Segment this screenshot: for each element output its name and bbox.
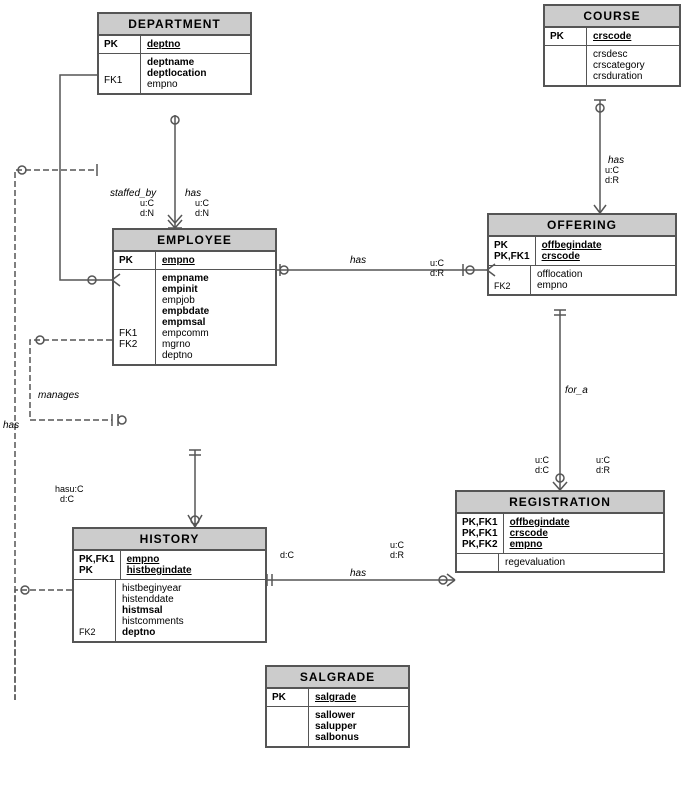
off-fk2-label: FK2 xyxy=(494,281,525,291)
diagram-container: DEPARTMENT PK deptno FK1 deptname deptlo… xyxy=(0,0,690,803)
off-offbegindate: offbegindate xyxy=(542,240,602,251)
reg-empno: empno xyxy=(510,539,570,550)
constraint-staffed-u: u:C xyxy=(140,198,154,208)
dept-empno: empno xyxy=(147,79,206,90)
entity-salgrade-title: SALGRADE xyxy=(267,667,408,689)
reg-pkfk1a-label: PK,FK1 xyxy=(462,517,498,528)
course-crscode: crscode xyxy=(593,31,631,42)
constraint-emp-off-u: u:C xyxy=(430,258,444,268)
dept-deptname: deptname xyxy=(147,57,206,68)
reg-offbegindate: offbegindate xyxy=(510,517,570,528)
emp-empcomm: empcomm xyxy=(162,328,209,339)
sal-salupper: salupper xyxy=(315,721,359,732)
entity-employee: EMPLOYEE PK empno FK1 FK2 empname empini… xyxy=(112,228,277,366)
off-empno: empno xyxy=(537,280,582,291)
reg-pkfk1b-label: PK,FK1 xyxy=(462,528,498,539)
off-pk-label: PK xyxy=(494,240,530,251)
constraint-reg-r-u: u:C xyxy=(596,455,610,465)
constraint-emp-hist-d: d:C xyxy=(60,494,74,504)
off-offlocation: offlocation xyxy=(537,269,582,280)
constraint-course-off-d: d:R xyxy=(605,175,619,185)
sal-salgrade: salgrade xyxy=(315,692,356,703)
entity-history-title: HISTORY xyxy=(74,529,265,551)
hist-histbeginyear: histbeginyear xyxy=(122,583,184,594)
label-for-a: for_a xyxy=(565,385,588,396)
entity-registration: REGISTRATION PK,FK1 PK,FK1 PK,FK2 offbeg… xyxy=(455,490,665,573)
entity-registration-title: REGISTRATION xyxy=(457,492,663,514)
constraint-staffed-d: d:N xyxy=(140,208,154,218)
hist-histcomments: histcomments xyxy=(122,616,184,627)
reg-crscode: crscode xyxy=(510,528,570,539)
entity-course-title: COURSE xyxy=(545,6,679,28)
constraint-reg-r-d: d:R xyxy=(596,465,610,475)
constraint-emp-off-d: d:R xyxy=(430,268,444,278)
reg-pkfk2-label: PK,FK2 xyxy=(462,539,498,550)
emp-empmsal: empmsal xyxy=(162,317,209,328)
hist-histenddate: histenddate xyxy=(122,594,184,605)
constraint-hist-reg-d2: d:R xyxy=(390,550,404,560)
entity-history: HISTORY PK,FK1 PK empno histbegindate FK… xyxy=(72,527,267,643)
off-crscode: crscode xyxy=(542,251,602,262)
entity-course: COURSE PK crscode crsdesc crscategory cr… xyxy=(543,4,681,87)
hist-histmsal: histmsal xyxy=(122,605,184,616)
entity-offering-title: OFFERING xyxy=(489,215,675,237)
sal-sallower: sallower xyxy=(315,710,359,721)
reg-regevaluation: regevaluation xyxy=(505,557,565,568)
constraint-course-off-u: u:C xyxy=(605,165,619,175)
dept-pk-label: PK xyxy=(104,39,135,50)
constraint-has-dept-d: d:N xyxy=(195,208,209,218)
emp-empjob: empjob xyxy=(162,295,209,306)
hist-empno: empno xyxy=(127,554,192,565)
constraint-emp-hist-u: hasu:C xyxy=(55,484,84,494)
emp-empname: empname xyxy=(162,273,209,284)
course-crscategory: crscategory xyxy=(593,60,645,71)
course-crsdesc: crsdesc xyxy=(593,49,645,60)
emp-fk2-label: FK2 xyxy=(119,339,150,350)
emp-empbdate: empbdate xyxy=(162,306,209,317)
constraint-off-reg-u: u:C xyxy=(535,455,549,465)
entity-department-title: DEPARTMENT xyxy=(99,14,250,36)
emp-deptno: deptno xyxy=(162,350,209,361)
hist-fk2-label: FK2 xyxy=(79,627,110,637)
sal-pk-label: PK xyxy=(272,692,303,703)
hist-pk-label: PK xyxy=(79,565,115,576)
hist-pkfk1-label: PK,FK1 xyxy=(79,554,115,565)
dept-deptlocation: deptlocation xyxy=(147,68,206,79)
entity-employee-title: EMPLOYEE xyxy=(114,230,275,252)
constraint-off-reg-d: d:C xyxy=(535,465,549,475)
entity-offering: OFFERING PK PK,FK1 offbegindate crscode … xyxy=(487,213,677,296)
course-pk-label: PK xyxy=(550,31,581,42)
emp-empno: empno xyxy=(162,255,195,266)
label-has-left: has xyxy=(3,420,19,431)
constraint-hist-reg-d: d:C xyxy=(280,550,294,560)
label-has-emp-off: has xyxy=(350,255,366,266)
hist-histbegindate: histbegindate xyxy=(127,565,192,576)
constraint-has-dept-u: u:C xyxy=(195,198,209,208)
dept-deptno: deptno xyxy=(147,39,180,50)
label-has-hist: has xyxy=(350,568,366,579)
off-pkfk1-label: PK,FK1 xyxy=(494,251,530,262)
dept-fk1-label: FK1 xyxy=(104,75,135,86)
emp-fk1-label: FK1 xyxy=(119,328,150,339)
emp-pk-label: PK xyxy=(119,255,150,266)
course-crsduration: crsduration xyxy=(593,71,645,82)
hist-deptno: deptno xyxy=(122,627,184,638)
constraint-hist-reg-u: u:C xyxy=(390,540,404,550)
emp-empinit: empinit xyxy=(162,284,209,295)
label-manages: manages xyxy=(38,390,79,401)
emp-mgrno: mgrno xyxy=(162,339,209,350)
sal-salbonus: salbonus xyxy=(315,732,359,743)
entity-department: DEPARTMENT PK deptno FK1 deptname deptlo… xyxy=(97,12,252,95)
entity-salgrade: SALGRADE PK salgrade sallower salupper s… xyxy=(265,665,410,748)
